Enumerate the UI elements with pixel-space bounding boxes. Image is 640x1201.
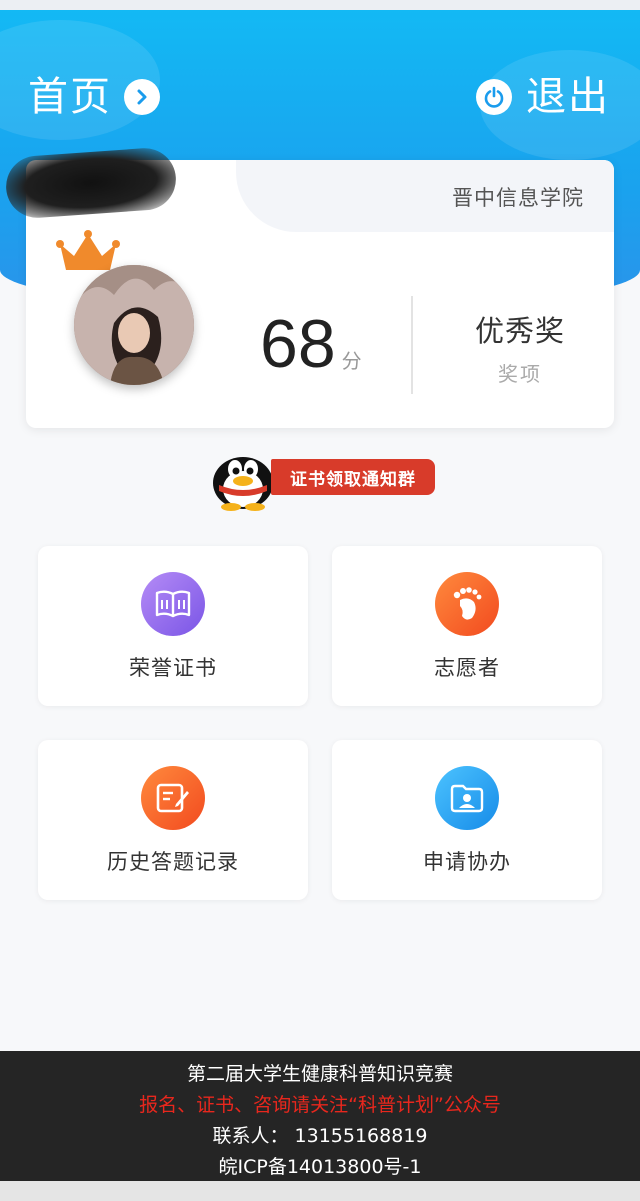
tile-label: 志愿者 [434,656,500,680]
footer-title: 第二届大学生健康科普知识竞赛 [186,1063,453,1085]
book-icon [141,572,205,636]
school-band: 晋中信息学院 [236,160,614,232]
power-icon [476,79,512,115]
footer-contact: 联系人： 13155168819 [212,1125,428,1147]
profile-card: 晋中信息学院 68 分 优秀奖 奖项 [4,146,614,428]
footer: 第二届大学生健康科普知识竞赛 报名、证书、咨询请关注“科普计划”公众号 联系人：… [0,1051,640,1181]
divider [411,296,413,394]
avatar[interactable] [74,265,194,385]
edit-note-icon [141,766,205,830]
tile-label: 历史答题记录 [107,850,239,874]
tile-label: 申请协办 [423,850,511,874]
score-box: 68 分 [260,306,362,382]
award-value: 优秀奖 [474,314,565,348]
qq-group-label: 证书领取通知群 [271,459,435,495]
bottom-strip [0,1181,640,1201]
user-card-icon [435,766,499,830]
tile-apply-co-organize[interactable]: 申请协办 [332,740,602,900]
status-strip [0,0,640,10]
top-nav: 首页 退出 [0,70,640,130]
tile-answer-history[interactable]: 历史答题记录 [38,740,308,900]
footprint-icon [435,572,499,636]
qq-group-banner[interactable]: 证书领取通知群 [205,443,435,511]
school-name: 晋中信息学院 [452,186,584,210]
score-value: 68 [260,306,336,382]
crown-icon [56,230,120,270]
footer-icp: 皖ICP备14013800号-1 [218,1156,422,1178]
tile-honor-certificate[interactable]: 荣誉证书 [38,546,308,706]
award-caption: 奖项 [498,362,542,386]
redacted-name [4,146,178,220]
logout-button[interactable]: 退出 [476,70,610,124]
home-label: 首页 [28,74,112,120]
logout-label: 退出 [526,74,610,120]
chevron-right-icon [124,79,160,115]
tile-label: 荣誉证书 [129,656,217,680]
tile-volunteer[interactable]: 志愿者 [332,546,602,706]
home-link[interactable]: 首页 [28,70,160,124]
footer-notice: 报名、证书、咨询请关注“科普计划”公众号 [139,1094,501,1116]
score-unit: 分 [341,349,362,373]
